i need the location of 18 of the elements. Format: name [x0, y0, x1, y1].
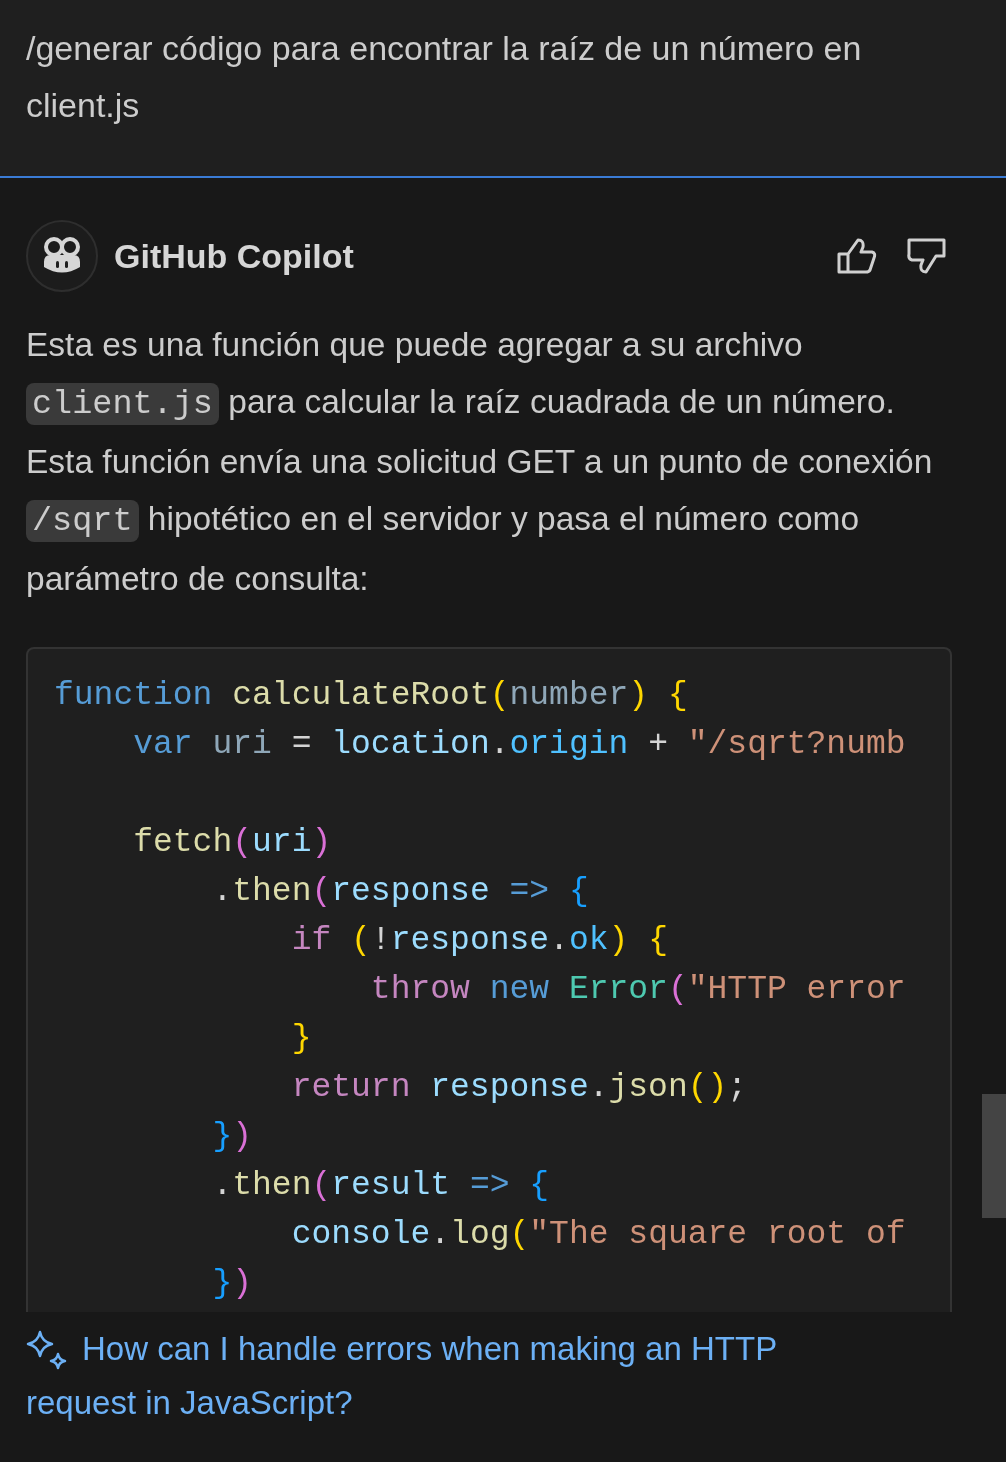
prompt-text: /generar código para encontrar la raíz de un número en client.js: [26, 28, 863, 126]
code-line: function calculateRoot(number) {: [54, 676, 688, 716]
response-paragraph: Esta es una función que puede agregar a su archivo client.js para calcular la raíz cuadrada de un número. Esta función envía una solicitud GET a un punto de conexión /sqrt hipotético en el servidor y pasa el número como parámetro de consulta:: [26, 325, 934, 599]
suggestion-link[interactable]: How can I handle errors when making an HTTP request in JavaScript?: [26, 1322, 886, 1430]
code-line: console.log("The square root of: [290, 1215, 906, 1255]
code-line: return response.json();: [290, 1068, 748, 1108]
code-line: }): [211, 1117, 253, 1157]
code-line: }: [290, 1019, 312, 1059]
author-name: GitHub Copilot: [114, 236, 354, 276]
code-line: .then(result => {: [211, 1166, 550, 1206]
scrollbar-thumb[interactable]: [982, 1094, 1006, 1218]
code-line: throw new Error("HTTP error: [369, 970, 906, 1010]
code-line: fetch(uri): [132, 823, 332, 863]
sparkle-icon: [26, 1330, 68, 1372]
code-line: }): [211, 1264, 253, 1304]
code-line: .then(response => {: [211, 872, 589, 912]
code-line: var uri = location.origin + "/sqrt?numb: [132, 725, 906, 765]
code-line: if (!response.ok) {: [290, 921, 668, 961]
